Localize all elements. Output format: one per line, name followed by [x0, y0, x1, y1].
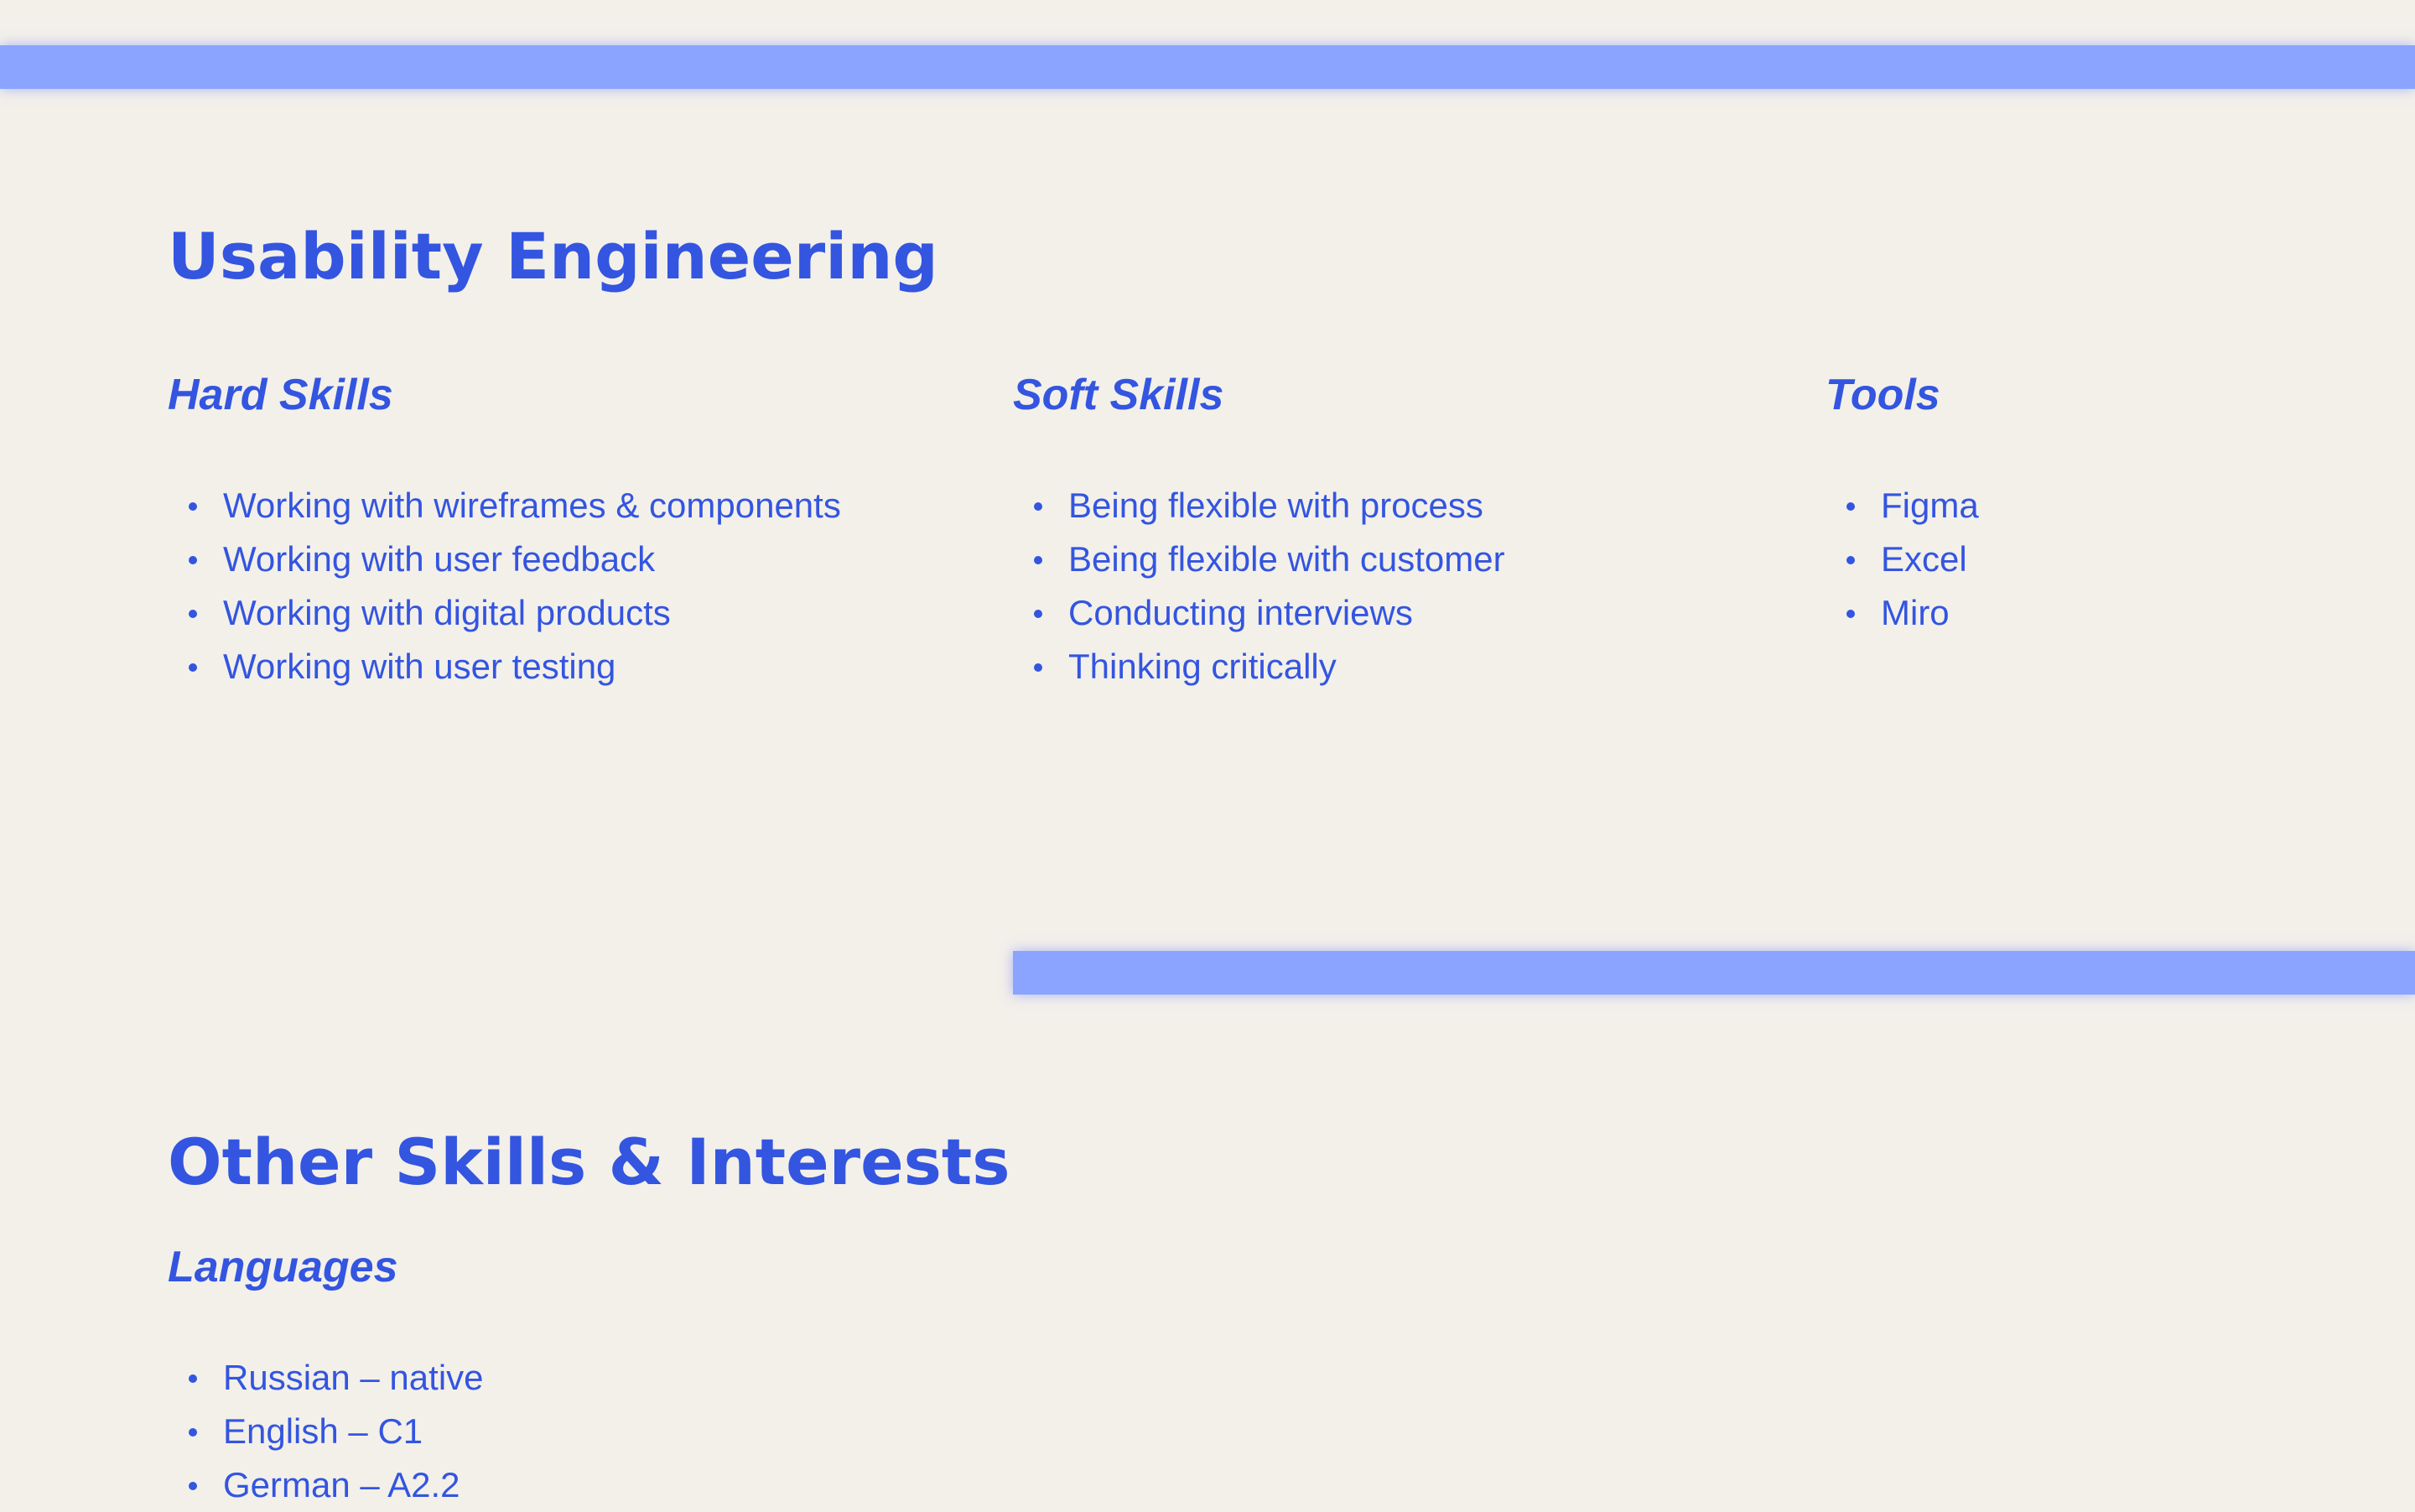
list-item: Figma: [1826, 479, 1979, 533]
middle-divider-bar: [1013, 951, 2415, 995]
list-item: Excel: [1826, 533, 1979, 586]
list-item: Being flexible with process: [1013, 479, 1505, 533]
top-divider-bar: [0, 45, 2415, 89]
list-item: Thinking critically: [1013, 640, 1505, 694]
hard-skills-list: Working with wireframes & components Wor…: [168, 479, 841, 694]
hard-skills-heading: Hard Skills: [168, 371, 393, 419]
languages-heading: Languages: [168, 1243, 398, 1291]
section-title-other: Other Skills & Interests: [168, 1125, 1010, 1199]
soft-skills-list: Being flexible with process Being flexib…: [1013, 479, 1505, 694]
list-item: Working with user feedback: [168, 533, 841, 586]
soft-skills-heading: Soft Skills: [1013, 371, 1224, 419]
list-item: Working with wireframes & components: [168, 479, 841, 533]
list-item: Russian – native: [168, 1351, 484, 1405]
tools-list: Figma Excel Miro: [1826, 479, 1979, 640]
list-item: Working with digital products: [168, 586, 841, 640]
list-item: Being flexible with customer: [1013, 533, 1505, 586]
tools-heading: Tools: [1826, 371, 1940, 419]
list-item: English – C1: [168, 1405, 484, 1458]
languages-list: Russian – native English – C1 German – A…: [168, 1351, 484, 1512]
list-item: Conducting interviews: [1013, 586, 1505, 640]
section-title-usability: Usability Engineering: [168, 219, 938, 294]
list-item: Working with user testing: [168, 640, 841, 694]
list-item: German – A2.2: [168, 1458, 484, 1512]
list-item: Miro: [1826, 586, 1979, 640]
